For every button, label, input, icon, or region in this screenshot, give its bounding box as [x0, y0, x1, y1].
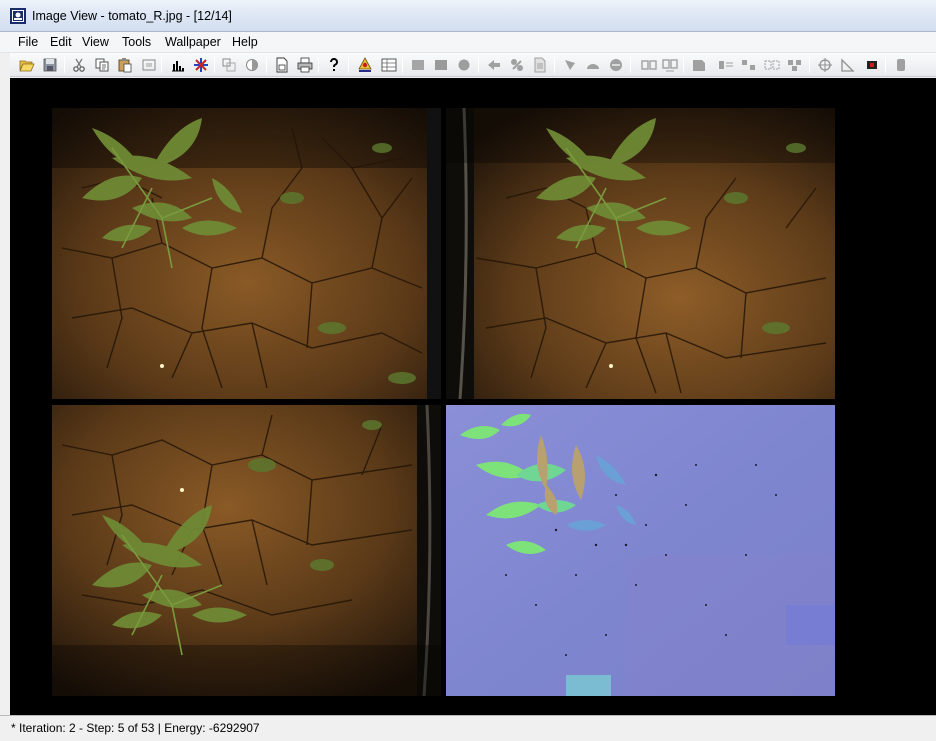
layout-2-icon[interactable]: [739, 56, 758, 74]
help-icon[interactable]: [324, 56, 343, 74]
histogram-icon[interactable]: [168, 56, 187, 74]
toolbar-separator: [478, 57, 479, 73]
toolbar-separator: [214, 57, 215, 73]
menu-bar: File Edit View Tools Wallpaper Help: [0, 32, 936, 53]
rectangle-icon[interactable]: [408, 56, 427, 74]
save-icon[interactable]: [40, 56, 59, 74]
toolbar-separator: [318, 57, 319, 73]
soil-image: [52, 405, 441, 696]
stereo-left-icon[interactable]: [639, 56, 658, 74]
toolbar-separator: [630, 57, 631, 73]
menu-file[interactable]: File: [15, 34, 41, 51]
arrow-tool-icon[interactable]: [484, 56, 503, 74]
image-panel-top-right[interactable]: [446, 108, 835, 399]
color-balance-icon[interactable]: [191, 56, 210, 74]
title-bar[interactable]: Image View - tomato_R.jpg - [12/14]: [0, 0, 936, 32]
stop-icon[interactable]: [891, 56, 910, 74]
triangle-tool-icon[interactable]: [583, 56, 602, 74]
status-text: * Iteration: 2 - Step: 5 of 53 | Energy:…: [11, 721, 260, 735]
rgb-icon[interactable]: [785, 56, 804, 74]
toolbar: [0, 53, 936, 77]
toolbar-separator: [402, 57, 403, 73]
toolbar-separator: [64, 57, 65, 73]
menu-help[interactable]: Help: [229, 34, 261, 51]
cut-icon[interactable]: [69, 56, 88, 74]
crop-icon[interactable]: [139, 56, 158, 74]
document-tool-icon[interactable]: [530, 56, 549, 74]
toolbar-separator: [683, 57, 684, 73]
toolbar-separator: [161, 57, 162, 73]
omega-tool-icon[interactable]: [606, 56, 625, 74]
point-marker-icon[interactable]: [355, 56, 374, 74]
soil-image: [446, 108, 835, 399]
layout-3-icon[interactable]: [762, 56, 781, 74]
disparity-map: [446, 405, 835, 696]
status-bar: * Iteration: 2 - Step: 5 of 53 | Energy:…: [0, 715, 936, 741]
toolbar-separator: [348, 57, 349, 73]
target-icon[interactable]: [815, 56, 834, 74]
export-icon[interactable]: [689, 56, 708, 74]
toolbar-separator: [554, 57, 555, 73]
layout-1-icon[interactable]: [716, 56, 735, 74]
measure-icon[interactable]: [838, 56, 857, 74]
page-setup-icon[interactable]: [272, 56, 291, 74]
soil-image: [52, 108, 441, 399]
print-icon[interactable]: [295, 56, 314, 74]
app-icon: [10, 8, 26, 24]
circle-icon[interactable]: [454, 56, 473, 74]
copy-icon[interactable]: [92, 56, 111, 74]
menu-view[interactable]: View: [79, 34, 112, 51]
grid-marker-icon[interactable]: [379, 56, 398, 74]
image-view-window: Image View - tomato_R.jpg - [12/14] File…: [0, 0, 936, 741]
paste-icon[interactable]: [115, 56, 134, 74]
menu-tools[interactable]: Tools: [119, 34, 154, 51]
stereo-right-icon[interactable]: [660, 56, 679, 74]
toolbar-separator: [809, 57, 810, 73]
menu-wallpaper[interactable]: Wallpaper: [162, 34, 224, 51]
window-title: Image View - tomato_R.jpg - [12/14]: [32, 9, 232, 23]
menu-edit[interactable]: Edit: [47, 34, 75, 51]
contrast-icon[interactable]: [242, 56, 261, 74]
image-panel-bottom-right[interactable]: [446, 405, 835, 696]
toolbar-separator: [885, 57, 886, 73]
window-left-border: [0, 53, 10, 741]
toolbar-separator: [266, 57, 267, 73]
open-icon[interactable]: [17, 56, 36, 74]
image-panel-bottom-left[interactable]: [52, 405, 441, 696]
pointer-tool-icon[interactable]: [507, 56, 526, 74]
shape-tool-icon[interactable]: [560, 56, 579, 74]
filled-rectangle-icon[interactable]: [431, 56, 450, 74]
image-panel-top-left[interactable]: [52, 108, 441, 399]
record-icon[interactable]: [862, 56, 881, 74]
image-viewport[interactable]: [10, 78, 936, 715]
resize-icon[interactable]: [219, 56, 238, 74]
